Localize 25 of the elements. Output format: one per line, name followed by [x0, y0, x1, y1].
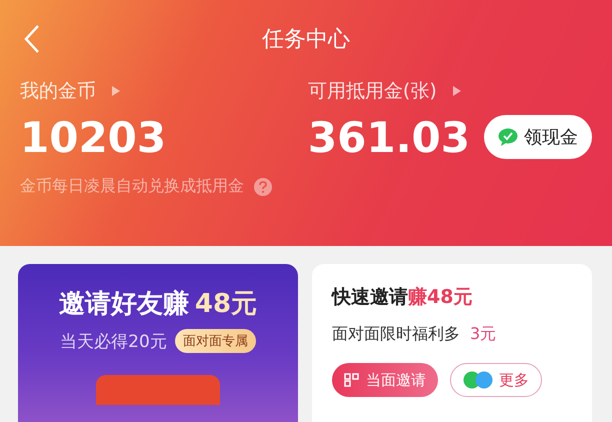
banner-amount: 48元: [194, 288, 258, 321]
bonus-amount: 3元: [470, 324, 496, 345]
invite-banner[interactable]: 邀请好友赚 48元 当天必得20元 面对面专属: [18, 264, 298, 422]
exclusive-tag: 面对面专属: [174, 329, 256, 353]
stat-label[interactable]: 我的金币: [20, 78, 96, 104]
card-highlight: 赚48元: [408, 285, 472, 310]
grid-icon: [344, 373, 360, 387]
invite-face-button[interactable]: 当面邀请: [332, 363, 438, 397]
circles-icon: [463, 371, 493, 389]
back-icon[interactable]: [24, 24, 40, 54]
caret-icon[interactable]: [112, 86, 120, 96]
get-cash-button[interactable]: 领现金: [484, 115, 592, 159]
stat-value: 361.03: [308, 112, 470, 162]
help-icon[interactable]: [254, 178, 272, 196]
card-subtitle: 面对面限时福利多: [332, 324, 460, 345]
caret-icon[interactable]: [452, 86, 461, 96]
card-title: 快速邀请: [332, 285, 408, 310]
more-button[interactable]: 更多: [450, 363, 542, 397]
banner-title: 邀请好友赚: [58, 288, 189, 321]
page-title: 任务中心: [262, 26, 350, 54]
hint-text: 金币每日凌晨自动兑换成抵用金: [20, 176, 244, 197]
stat-value: 10203: [20, 112, 166, 162]
stat-label[interactable]: 可用抵用金(张): [308, 78, 437, 104]
banner-subtitle: 当天必得20元: [60, 330, 167, 352]
chat-bubble-icon: [498, 128, 518, 146]
